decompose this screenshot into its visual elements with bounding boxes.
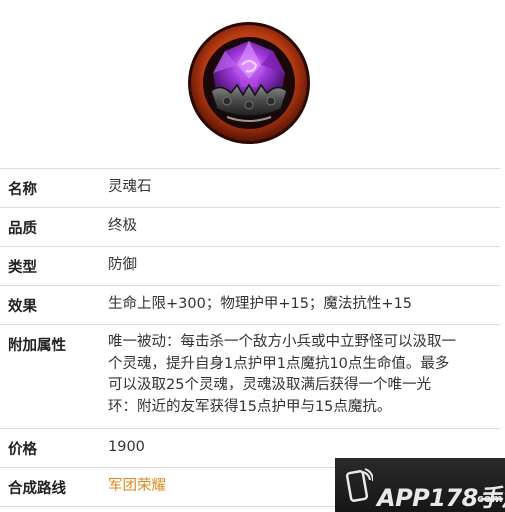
table-row-name: 名称 灵魂石	[0, 168, 500, 208]
item-name: 灵魂石	[98, 168, 500, 208]
attribute-line: 个灵魂，提升自身1点护甲1点魔抗10点生命值。最多	[108, 355, 450, 372]
item-info-table: 名称 灵魂石 品质 终极 类型 防御 效果 生命上限+300；物理护甲+15；魔…	[0, 168, 500, 507]
soul-stone-gem-icon	[188, 22, 310, 144]
table-row-quality: 品质 终极	[0, 207, 500, 247]
item-icon-area	[0, 0, 505, 168]
attribute-line: 可以汲取25个灵魂，灵魂汲取满后获得一个唯一光	[108, 377, 431, 393]
item-type: 防御	[98, 246, 500, 286]
row-label: 合成路线	[0, 467, 98, 507]
row-label: 名称	[0, 168, 98, 208]
row-label: 类型	[0, 246, 98, 286]
attribute-line: 环：附近的友军获得15点护甲与15点魔抗。	[108, 398, 392, 415]
item-detail-page: 名称 灵魂石 品质 终极 类型 防御 效果 生命上限+300；物理护甲+15；魔…	[0, 0, 505, 512]
item-extra-attribute: 唯一被动：每击杀一个敌方小兵或中立野怪可以汲取一 个灵魂，提升自身1点护甲1点魔…	[98, 324, 500, 429]
item-quality: 终极	[98, 207, 500, 247]
recipe-link[interactable]: 军团荣耀	[108, 478, 166, 494]
table-row-extra-attribute: 附加属性 唯一被动：每击杀一个敌方小兵或中立野怪可以汲取一 个灵魂，提升自身1点…	[0, 324, 500, 429]
row-label: 效果	[0, 285, 98, 325]
watermark-suffix: .com	[473, 492, 503, 505]
site-watermark: APP178手游网 .com	[335, 458, 505, 512]
row-label: 价格	[0, 428, 98, 468]
row-label: 附加属性	[0, 324, 98, 429]
table-row-effect: 效果 生命上限+300；物理护甲+15；魔法抗性+15	[0, 285, 500, 325]
table-row-type: 类型 防御	[0, 246, 500, 286]
phone-logo-icon	[345, 468, 373, 502]
item-effect: 生命上限+300；物理护甲+15；魔法抗性+15	[98, 285, 500, 325]
row-label: 品质	[0, 207, 98, 247]
attribute-line: 唯一被动：每击杀一个敌方小兵或中立野怪可以汲取一	[108, 334, 456, 350]
